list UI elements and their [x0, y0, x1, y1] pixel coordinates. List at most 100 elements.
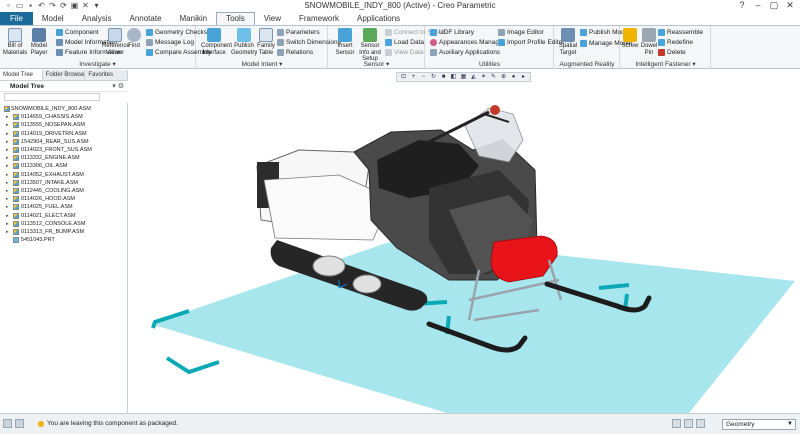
full-screen-icon[interactable] — [672, 419, 681, 428]
family-table-button[interactable]: Family Table — [256, 28, 276, 56]
tab-tools[interactable]: Tools — [216, 12, 255, 25]
tree-item[interactable]: 5451043.PRT — [0, 236, 126, 244]
tree-item[interactable]: ▸ 0113332_ENGINE.ASM — [0, 154, 126, 162]
group-label-intelligent-fastener[interactable]: Intelligent Fastener ▾ — [621, 60, 710, 68]
tab-model-tree[interactable]: Model Tree — [0, 70, 43, 80]
selection-filter-icon[interactable] — [684, 419, 693, 428]
tree-filter-icon[interactable]: ▾ — [112, 83, 116, 90]
udf-library-button[interactable]: UDF Library — [430, 28, 474, 37]
annotation-display-icon[interactable]: ✎ — [489, 73, 498, 81]
group-label-sensor[interactable]: Sensor ▾ — [329, 60, 424, 68]
tree-item[interactable]: ▸ 0114025_FUEL.ASM — [0, 203, 126, 211]
appearance-icon[interactable]: ● — [509, 73, 518, 81]
expand-icon[interactable]: ▸ — [6, 162, 9, 170]
find-button[interactable]: Find — [125, 28, 143, 50]
expand-icon[interactable]: ▸ — [6, 113, 9, 121]
image-editor-button[interactable]: Image Editor — [498, 28, 544, 37]
refit-icon[interactable]: ⊡ — [399, 73, 408, 81]
find-status-icon[interactable] — [696, 419, 705, 428]
navigator-toggle-icon[interactable] — [3, 419, 12, 428]
model-player-button[interactable]: Model Player — [26, 28, 52, 56]
expand-icon[interactable]: ▸ — [6, 220, 9, 228]
display-style-icon[interactable]: ■ — [439, 73, 448, 81]
tab-analysis[interactable]: Analysis — [73, 12, 121, 25]
tree-settings-icon[interactable]: ⚙ — [118, 83, 124, 90]
delete-button[interactable]: Delete — [658, 48, 686, 57]
relations-button[interactable]: Relations — [277, 48, 313, 57]
tab-file[interactable]: File — [0, 12, 33, 25]
tab-applications[interactable]: Applications — [348, 12, 409, 25]
reassemble-button[interactable]: Reassemble — [658, 28, 703, 37]
tab-favorites[interactable]: Favorites — [85, 70, 129, 80]
graphics-area[interactable] — [129, 70, 800, 413]
tree-item[interactable]: ▸ 0114659_CHASSIS.ASM — [0, 113, 126, 121]
ribbon-tabs: File Model Analysis Annotate Manikin Too… — [0, 12, 800, 25]
tree-item[interactable]: ▸ 0114023_FRONT_SUS.ASM — [0, 146, 126, 154]
close-icon[interactable]: ✕ — [782, 0, 798, 11]
tab-manikin[interactable]: Manikin — [171, 12, 217, 25]
publish-geometry-button[interactable]: Publish Geometry — [231, 28, 257, 56]
tree-item[interactable]: ▸ 0114052_EXHAUST.ASM — [0, 171, 126, 179]
bill-of-materials-button[interactable]: Bill of Materials — [2, 28, 28, 56]
expand-icon[interactable]: ▸ — [6, 121, 9, 129]
parameters-button[interactable]: Parameters — [277, 28, 320, 37]
expand-icon[interactable]: ▸ — [6, 212, 9, 220]
tab-view[interactable]: View — [255, 12, 290, 25]
tree-item[interactable]: ▸ 0113507_INTAKE.ASM — [0, 179, 126, 187]
datum-display-icon[interactable]: ✶ — [479, 73, 488, 81]
tree-item[interactable]: ▸ 0113512_CONSOLE.ASM — [0, 220, 126, 228]
tab-folder-browser[interactable]: Folder Browser — [43, 70, 86, 80]
redefine-button[interactable]: Redefine — [658, 38, 693, 47]
expand-icon[interactable]: ▸ — [6, 179, 9, 187]
perspective-icon[interactable]: ◭ — [469, 73, 478, 81]
selection-filter-select[interactable]: Geometry ▼ — [722, 419, 796, 430]
tree-item[interactable]: ▸ 0113313_FR_BUMP.ASM — [0, 228, 126, 236]
auxiliary-applications-button[interactable]: Auxiliary Applications — [430, 48, 500, 57]
tree-item[interactable]: ▸ 0112445_COOLING.ASM — [0, 187, 126, 195]
spin-center-icon[interactable]: ⊕ — [499, 73, 508, 81]
expand-icon[interactable]: ▸ — [6, 146, 9, 154]
expand-icon[interactable]: ▸ — [6, 130, 9, 138]
tree-root-item[interactable]: SNOWMOBILE_INDY_800.ASM — [0, 105, 126, 113]
expand-icon[interactable]: ▸ — [6, 171, 9, 179]
repaint-icon[interactable]: ↻ — [429, 73, 438, 81]
expand-icon[interactable]: ▸ — [6, 195, 9, 203]
more-view-icon[interactable]: ▸ — [519, 73, 528, 81]
load-data-button[interactable]: Load Data — [385, 38, 424, 47]
dowel-pin-button[interactable]: Dowel Pin — [638, 28, 660, 56]
tree-search — [0, 92, 128, 102]
saved-orientations-icon[interactable]: ◧ — [449, 73, 458, 81]
tree-item[interactable]: ▸ 0114026_HOOD.ASM — [0, 195, 126, 203]
expand-icon[interactable]: ▸ — [6, 154, 9, 162]
view-manager-icon[interactable]: ▦ — [459, 73, 468, 81]
tree-item[interactable]: ▸ 0113555_NOSEPAN.ASM — [0, 121, 126, 129]
browser-toggle-icon[interactable] — [15, 419, 24, 428]
tree-item[interactable]: ▸ 1542904_REAR_SUS.ASM — [0, 138, 126, 146]
tab-annotate[interactable]: Annotate — [120, 12, 170, 25]
zoom-out-icon[interactable]: − — [419, 73, 428, 81]
insert-sensor-button[interactable]: Insert Sensor — [332, 28, 358, 56]
spatial-target-button[interactable]: Spatial Target — [555, 28, 581, 56]
component-button[interactable]: Component — [56, 28, 99, 37]
tree-item[interactable]: ▸ 0114019_DRIVETRN.ASM — [0, 130, 126, 138]
component-interface-button[interactable]: Component Interface — [201, 28, 232, 56]
expand-icon[interactable]: ▸ — [6, 187, 9, 195]
view-data-button[interactable]: View Data — [385, 48, 424, 57]
expand-icon[interactable]: ▸ — [6, 203, 9, 211]
sensor-info-button[interactable]: Sensor Info and Setup — [357, 28, 383, 63]
tree-search-input[interactable] — [4, 93, 100, 101]
appearances-manager-button[interactable]: Appearances Manager — [430, 38, 505, 47]
tab-model[interactable]: Model — [33, 12, 73, 25]
maximize-icon[interactable]: ▢ — [766, 0, 782, 11]
expand-icon[interactable]: ▸ — [6, 228, 9, 236]
zoom-in-icon[interactable]: + — [409, 73, 418, 81]
tab-framework[interactable]: Framework — [290, 12, 348, 25]
minimize-icon[interactable]: – — [750, 0, 766, 11]
group-label-model-intent[interactable]: Model Intent ▾ — [197, 60, 327, 68]
tree-item[interactable]: ▸ 0114021_ELECT.ASM — [0, 212, 126, 220]
message-log-button[interactable]: Message Log — [146, 38, 194, 47]
group-label-investigate[interactable]: Investigate ▾ — [0, 60, 195, 68]
tree-item[interactable]: ▸ 0113306_OIL.ASM — [0, 162, 126, 170]
expand-icon[interactable]: ▸ — [6, 138, 9, 146]
help-icon[interactable]: ? — [734, 0, 750, 11]
